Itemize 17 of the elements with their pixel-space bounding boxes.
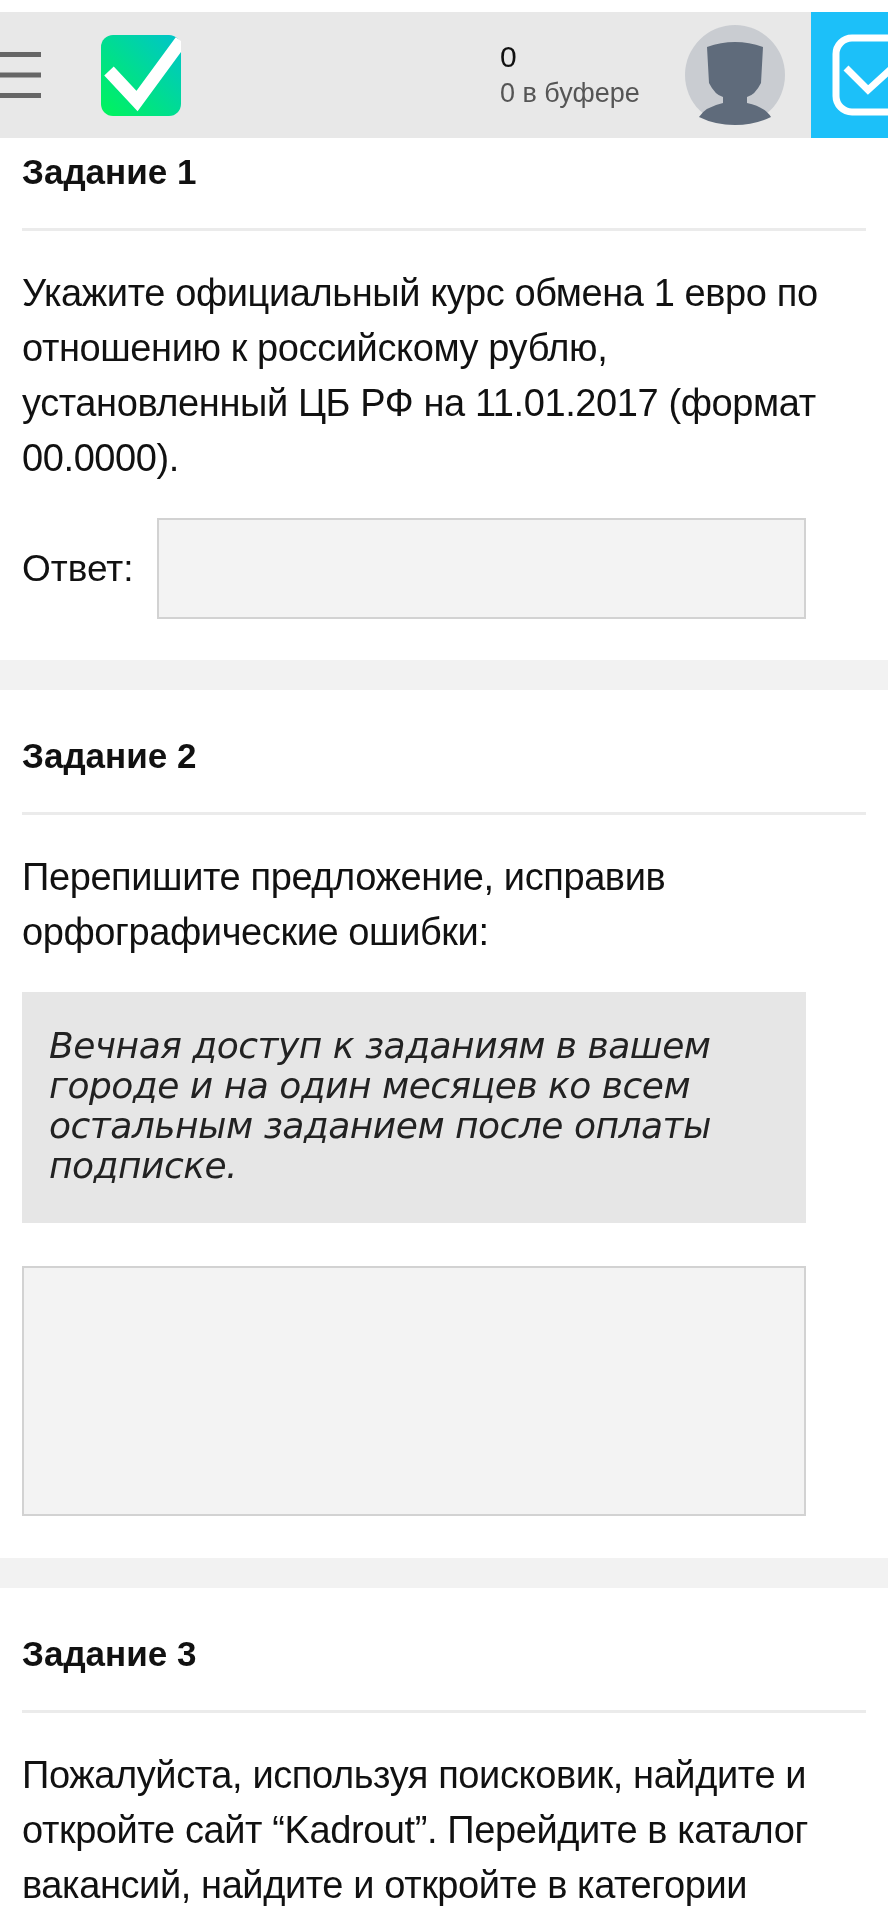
- answer-field[interactable]: [157, 518, 806, 619]
- answer-label: Ответ:: [22, 546, 135, 591]
- buffer-label: 0 в буфере: [500, 77, 640, 110]
- task-text: Укажите официальный курс обмена 1 евро по отношению к российскому рублю, установленный ЦБ РФ на 11.01.2017 (формат 00.0000).: [22, 271, 819, 481]
- envelope-icon: [832, 34, 888, 116]
- logo-icon[interactable]: [101, 34, 181, 116]
- task-title: Задание 2: [22, 736, 198, 776]
- mail-button[interactable]: [811, 12, 888, 138]
- avatar-icon[interactable]: [685, 25, 785, 125]
- task-text: Пожалуйста, используя поисковик, найдите и откройте сайт “Kadrout”. Перейдите в каталог вакансий, найдите и откройте в категории: [22, 1753, 809, 1908]
- quote-text: Вечная доступ к заданиям в вашем городе и на один месяцев ко всем остальным заданием после оплаты подписке.: [49, 1026, 712, 1186]
- answer-box[interactable]: [22, 1266, 806, 1516]
- task-title: Задание 3: [22, 1634, 198, 1674]
- task-text: Перепишите предложение, исправив орфографические ошибки:: [22, 855, 667, 955]
- counter-text: 0: [500, 39, 518, 75]
- menu-icon[interactable]: [0, 52, 41, 98]
- task-title: Задание 1: [22, 152, 198, 192]
